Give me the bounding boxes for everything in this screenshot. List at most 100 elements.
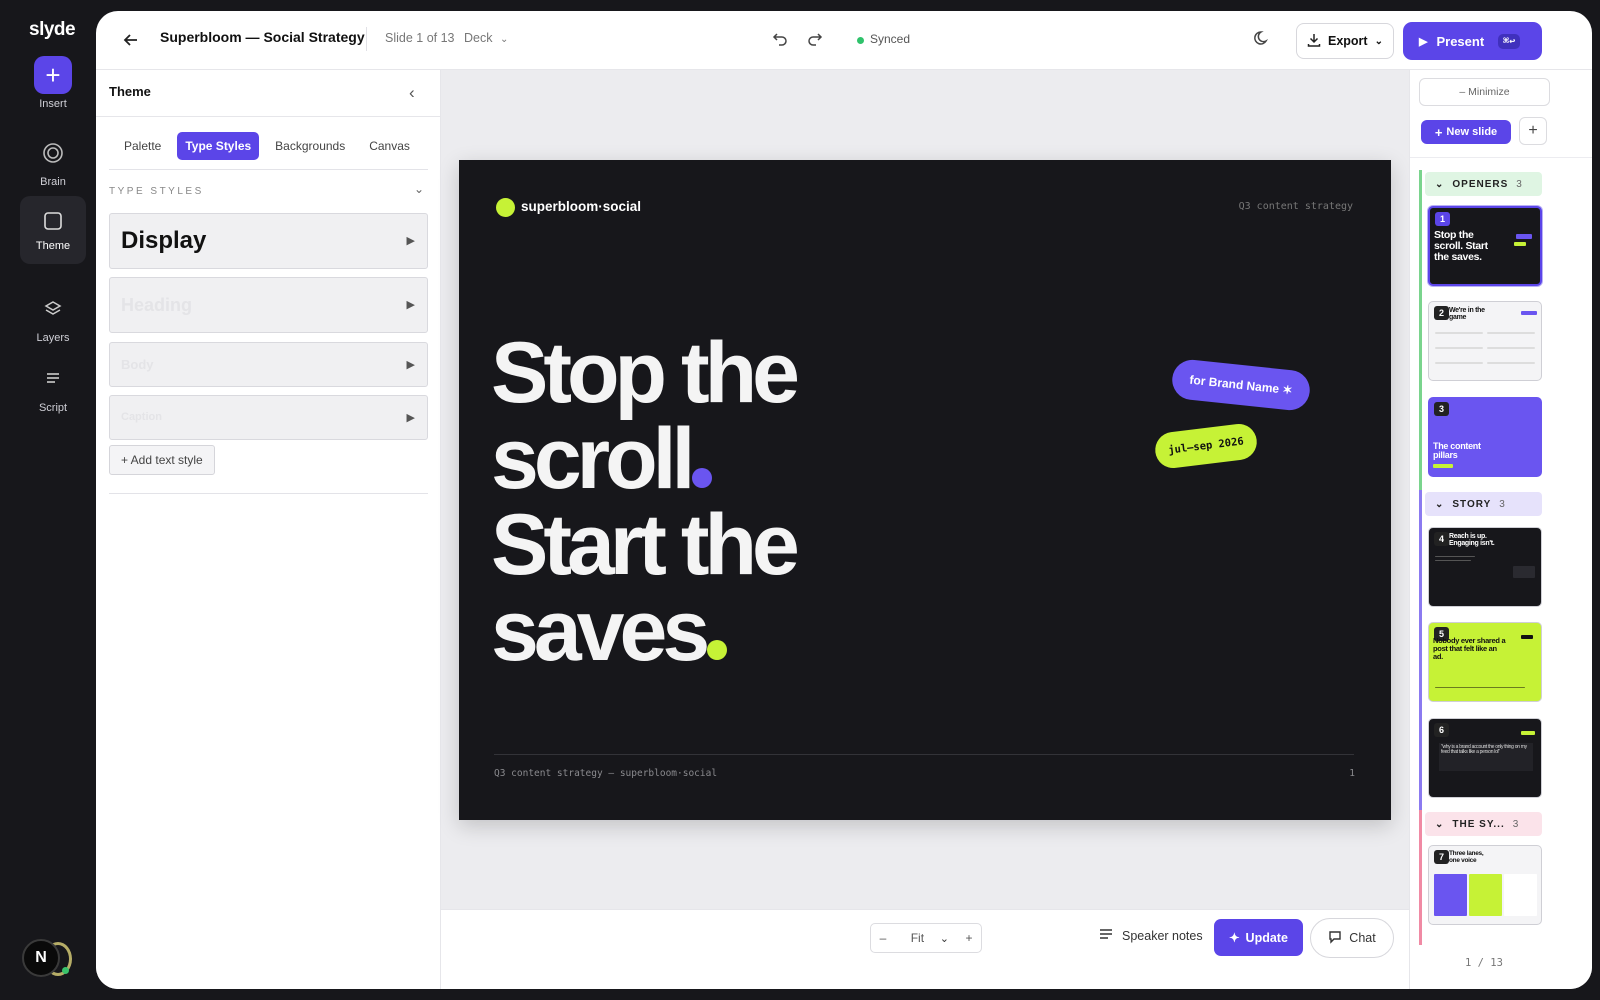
group-count: 3 [1512, 818, 1519, 830]
group-line-openers [1419, 170, 1422, 490]
slide-thumb-1[interactable]: 1 Stop the scroll. Start the saves. [1428, 206, 1542, 286]
collapse-panel-icon[interactable]: ‹ [409, 83, 415, 103]
brand-name-pill[interactable]: for Brand Name ✶ [1170, 357, 1312, 413]
play-icon[interactable]: ▶ [407, 234, 415, 247]
moon-icon[interactable] [1253, 29, 1271, 52]
type-style-caption[interactable]: Caption ▶ [109, 395, 428, 440]
rail-theme-button[interactable]: Theme [20, 196, 86, 264]
add-text-style-button[interactable]: + Add text style [109, 445, 215, 475]
slide-thumb-3[interactable]: 3 The content pillars [1428, 397, 1542, 477]
brand-dot [496, 198, 515, 217]
page-indicator: 1 / 13 [1465, 957, 1503, 969]
thumb-row [1435, 347, 1483, 349]
tab-palette[interactable]: Palette [116, 132, 169, 160]
thumb-column [1469, 874, 1502, 916]
slide-footer[interactable]: Q3 content strategy — superbloom·social [494, 768, 717, 779]
slide-thumb-number: 2 [1434, 306, 1449, 320]
slyde-logo[interactable]: slyde [29, 19, 76, 41]
tab-type-styles[interactable]: Type Styles [177, 132, 260, 160]
undo-icon[interactable] [772, 31, 788, 52]
chat-button[interactable]: Chat [1310, 918, 1394, 958]
speaker-notes-button[interactable]: Speaker notes [1099, 928, 1203, 943]
group-header-story[interactable]: ⌄ STORY 3 [1425, 492, 1542, 516]
group-name: STORY [1452, 498, 1492, 510]
rail-brain-label: Brain [40, 176, 66, 188]
zoom-in-button[interactable]: + [957, 931, 981, 945]
slide-brand[interactable]: superbloom·social [521, 199, 641, 214]
thumb-row [1435, 332, 1483, 334]
type-style-heading[interactable]: Heading ▶ [109, 277, 428, 333]
left-rail: slyde + Insert Brain Theme Layers Script… [0, 0, 96, 1000]
zoom-out-button[interactable]: – [871, 931, 895, 945]
slide-thumb-2[interactable]: 2 We're in the game [1428, 301, 1542, 381]
rail-script-button[interactable]: Script [20, 360, 86, 428]
chevron-down-icon: ⌄ [1374, 35, 1383, 47]
section-heading: TYPE STYLES [109, 186, 204, 197]
rail-layers-label: Layers [36, 332, 70, 344]
type-style-display[interactable]: Display ▶ [109, 213, 428, 269]
date-pill[interactable]: jul–sep 2026 [1153, 421, 1259, 471]
deck-dropdown[interactable]: Deck ⌄ [464, 31, 508, 45]
thumb-row [1487, 362, 1535, 364]
group-count: 3 [1516, 178, 1522, 190]
rail-brain-button[interactable]: Brain [20, 134, 86, 202]
group-header-openers[interactable]: ⌄ OPENERS 3 [1425, 172, 1542, 196]
play-icon[interactable]: ▶ [407, 411, 415, 424]
thumb-row [1435, 687, 1525, 688]
chevron-down-icon: ⌄ [499, 34, 509, 45]
chevron-down-icon: ⌄ [1435, 818, 1445, 830]
thumb-pill [1521, 731, 1535, 735]
play-icon[interactable]: ▶ [407, 298, 415, 311]
type-style-body[interactable]: Body ▶ [109, 342, 428, 387]
rail-layers-button[interactable]: Layers [20, 290, 86, 358]
slide-tag[interactable]: Q3 content strategy [1239, 201, 1353, 212]
update-button[interactable]: ✦ Update [1214, 919, 1303, 956]
slide-counter: Slide 1 of 13 [385, 31, 455, 45]
present-button[interactable]: ▶ Present ⌘↩ [1403, 22, 1542, 60]
lime-dot [707, 640, 728, 660]
chevron-down-icon: ⌄ [1435, 498, 1445, 510]
new-slide-button[interactable]: + New slide [1421, 120, 1511, 144]
thumb-pill [1516, 234, 1532, 239]
thumb-row [1487, 332, 1535, 334]
back-arrow-icon[interactable] [122, 31, 140, 55]
slide-thumb-4[interactable]: 4 Reach is up. Engaging isn't. [1428, 527, 1542, 607]
chevron-down-icon[interactable]: ⌄ [940, 932, 949, 945]
chat-bubble-icon [1328, 930, 1342, 947]
redo-icon[interactable] [807, 31, 823, 52]
headline-line-with-dot: scroll [491, 416, 795, 502]
slide-canvas[interactable]: superbloom·social Q3 content strategy St… [459, 160, 1391, 820]
plus-icon: + [34, 56, 72, 94]
slide-headline[interactable]: Stop the scroll Start the saves [491, 330, 800, 674]
slide-thumb-6[interactable]: 6 "why is a brand account the only thing… [1428, 718, 1542, 798]
thumb-column [1434, 874, 1467, 916]
headline-line: scroll [491, 411, 695, 507]
tab-backgrounds[interactable]: Backgrounds [267, 132, 353, 160]
slide-thumb-5[interactable]: 5 Nobody ever shared a post that felt li… [1428, 622, 1542, 702]
tab-canvas[interactable]: Canvas [361, 132, 418, 160]
thumb-pill [1521, 635, 1533, 639]
slide-thumb-number: 7 [1434, 850, 1449, 864]
type-style-name: Display [121, 227, 207, 254]
minimize-button[interactable]: – Minimize [1419, 78, 1550, 106]
play-icon[interactable]: ▶ [407, 358, 415, 371]
theme-panel: Theme ‹ Palette Type Styles Backgrounds … [96, 70, 441, 989]
thumb-row [1435, 556, 1475, 557]
group-line-system [1419, 810, 1422, 945]
deck-title[interactable]: Superbloom — Social Strategy [160, 29, 365, 45]
thumb-pill [1521, 311, 1537, 315]
rail-insert-button[interactable]: + Insert [20, 56, 86, 124]
new-slide-label: New slide [1446, 126, 1498, 138]
slide-thumb-7[interactable]: 7 Three lanes, one voice [1428, 845, 1542, 925]
export-label: Export [1328, 34, 1368, 48]
type-style-name: Body [121, 357, 154, 372]
avatar[interactable]: N [22, 939, 60, 977]
thumb-pill [1433, 464, 1453, 468]
chevron-down-icon[interactable]: ⌄ [414, 182, 424, 196]
export-button[interactable]: Export ⌄ [1296, 23, 1394, 59]
slide-thumb-number: 4 [1434, 532, 1449, 546]
add-section-button[interactable]: + [1519, 117, 1547, 145]
zoom-level[interactable]: Fit [895, 931, 940, 945]
group-header-system[interactable]: ⌄ THE SY... 3 [1425, 812, 1542, 836]
rail-theme-label: Theme [35, 240, 71, 252]
